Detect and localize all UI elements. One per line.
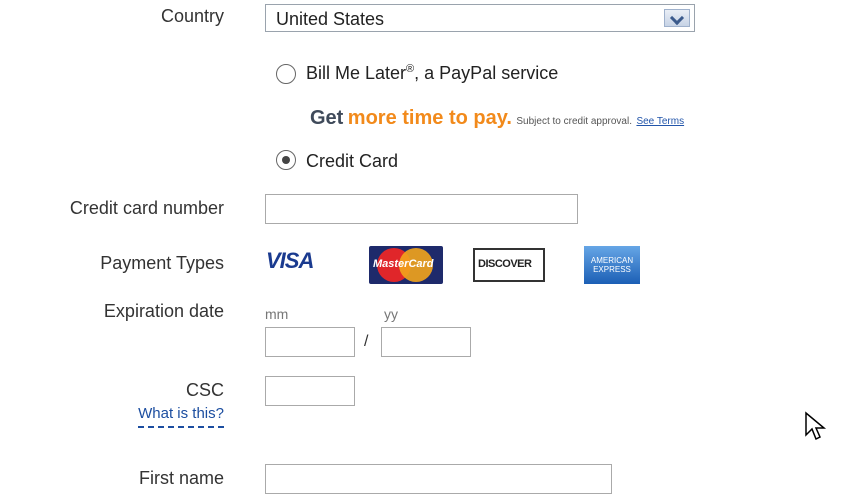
credit-card-label[interactable]: Credit Card — [306, 151, 398, 172]
see-terms-link[interactable]: See Terms — [636, 116, 684, 127]
expiration-label: Expiration date — [103, 301, 224, 321]
card-number-label: Credit card number — [69, 198, 224, 218]
bill-me-later-radio[interactable] — [276, 64, 296, 84]
bill-me-later-promo: Get more time to pay. Subject to credit … — [310, 107, 684, 130]
visa-icon: VISA — [266, 248, 314, 273]
promo-get-text: Get — [310, 107, 344, 129]
country-select[interactable]: United States — [265, 4, 695, 32]
bill-me-later-label[interactable]: Bill Me Later®, a PayPal service — [306, 63, 558, 84]
first-name-input[interactable] — [265, 464, 612, 494]
expiration-year-input[interactable] — [381, 327, 471, 357]
expiration-mm-hint: mm — [265, 306, 289, 322]
csc-help-link[interactable]: What is this? — [138, 405, 224, 428]
expiration-separator: / — [364, 333, 369, 350]
csc-label: CSC — [185, 380, 224, 400]
expiration-month-input[interactable] — [265, 327, 355, 357]
payment-types-label: Payment Types — [100, 253, 224, 273]
csc-input[interactable] — [265, 376, 355, 406]
mouse-cursor-icon — [805, 411, 827, 441]
card-number-input[interactable] — [265, 194, 578, 224]
csc-help-wrap: What is this? — [100, 405, 224, 428]
credit-card-radio[interactable] — [276, 150, 296, 170]
promo-note: Subject to credit approval. — [516, 116, 632, 127]
promo-more-text: more time to pay. — [347, 107, 512, 129]
mastercard-icon: MasterCard — [369, 246, 443, 284]
amex-icon: AMERICAN EXPRESS — [584, 246, 640, 284]
chevron-down-icon[interactable] — [664, 9, 690, 27]
expiration-yy-hint: yy — [384, 306, 398, 322]
country-select-value: United States — [276, 9, 385, 29]
country-label: Country — [160, 6, 224, 26]
discover-icon: DISCOVER — [473, 248, 545, 282]
